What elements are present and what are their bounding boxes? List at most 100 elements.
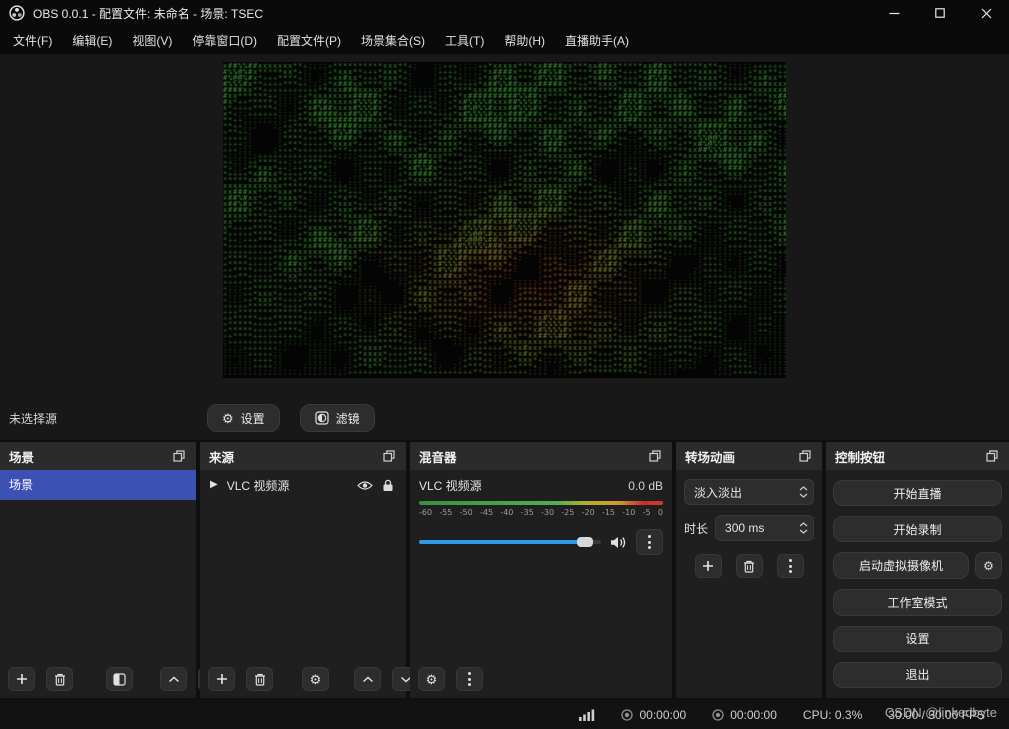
source-filters-label: 滤镜 <box>335 411 360 426</box>
exit-button[interactable]: 退出 <box>833 661 1002 689</box>
move-scene-up-button[interactable] <box>160 667 187 691</box>
move-source-up-button[interactable] <box>354 667 381 691</box>
source-filters-button[interactable]: 滤镜 <box>299 404 375 432</box>
window-controls <box>871 0 1009 26</box>
channel-more-button[interactable] <box>636 529 663 555</box>
close-button[interactable] <box>963 0 1009 26</box>
maximize-button[interactable] <box>917 0 963 26</box>
minimize-button[interactable] <box>871 0 917 26</box>
mute-button[interactable] <box>610 536 627 549</box>
stream-time: 00:00:00 <box>639 707 687 722</box>
scale-tick: -5 <box>642 508 651 517</box>
mixer-more-button[interactable] <box>456 667 483 691</box>
network-signal-icon <box>579 709 595 721</box>
add-transition-button[interactable] <box>694 554 722 578</box>
advanced-audio-button[interactable]: ⚙ <box>418 667 445 691</box>
record-status-icon <box>712 708 724 721</box>
popout-icon <box>649 450 661 462</box>
menu-item-profile[interactable]: 配置文件(P) <box>268 28 350 53</box>
menu-item-edit[interactable]: 编辑(E) <box>63 28 121 53</box>
lock-toggle[interactable] <box>382 479 394 492</box>
volume-slider[interactable] <box>419 537 601 547</box>
start-virtual-camera-button[interactable]: 启动虚拟摄像机 <box>833 552 969 580</box>
scenes-popout-button[interactable] <box>171 448 187 464</box>
mixer-channel-name: VLC 视频源 <box>419 479 482 493</box>
start-recording-button[interactable]: 开始录制 <box>833 516 1002 543</box>
chevron-down-icon <box>799 529 808 534</box>
trash-icon <box>254 673 265 686</box>
obs-logo-icon <box>9 5 25 21</box>
remove-source-button[interactable] <box>246 667 273 691</box>
source-list-item[interactable]: ▶ VLC 视频源 <box>200 470 406 500</box>
sources-dock: 来源 ▶ VLC 视频源 ⚙ <box>200 442 419 698</box>
duration-value: 300 ms <box>725 521 765 535</box>
chevron-up-icon <box>799 486 808 491</box>
studio-mode-button[interactable]: 工作室模式 <box>833 589 1002 616</box>
gear-icon: ⚙ <box>222 410 234 426</box>
chevron-up-icon <box>168 675 179 682</box>
duration-input[interactable]: 300 ms <box>715 515 814 541</box>
scale-tick: 0 <box>657 508 663 517</box>
scale-tick: -20 <box>581 508 595 517</box>
controls-dock-title: 控制按钮 <box>835 450 886 465</box>
menu-item-live-assistant[interactable]: 直播助手(A) <box>556 28 638 53</box>
controls-dock-header[interactable]: 控制按钮 <box>826 442 1009 470</box>
remove-transition-button[interactable] <box>735 554 763 578</box>
menu-item-docks[interactable]: 停靠窗口(D) <box>183 28 266 53</box>
virtual-camera-config-button[interactable]: ⚙ <box>975 552 1002 580</box>
controls-dock: 控制按钮 开始直播 开始录制 启动虚拟摄像机 ⚙ 工作室模式 设置 退出 <box>826 442 1009 698</box>
visibility-toggle[interactable] <box>357 480 373 491</box>
source-properties-toolbar-button[interactable]: ⚙ <box>302 667 329 691</box>
duration-spinner[interactable] <box>799 522 808 534</box>
transitions-dock-header[interactable]: 转场动画 <box>676 442 822 470</box>
add-scene-button[interactable] <box>8 667 35 691</box>
preview-area <box>0 54 1009 396</box>
scene-list-item[interactable]: 场景 <box>0 470 196 500</box>
titlebar[interactable]: OBS 0.0.1 - 配置文件: 未命名 - 场景: TSEC <box>0 0 1009 26</box>
plus-icon <box>703 561 713 571</box>
scale-tick: -45 <box>479 508 494 517</box>
volume-scale: -60 -55 -50 -45 -40 -35 -30 -25 -20 -15 … <box>419 508 663 517</box>
duration-label: 时长 <box>684 521 709 536</box>
menubar: 文件(F) 编辑(E) 视图(V) 停靠窗口(D) 配置文件(P) 场景集合(S… <box>0 26 1009 54</box>
trash-icon <box>744 560 754 573</box>
popout-icon <box>173 450 185 462</box>
chevron-up-icon <box>362 675 373 682</box>
filter-icon <box>315 411 329 425</box>
start-streaming-button[interactable]: 开始直播 <box>833 480 1002 507</box>
remove-scene-button[interactable] <box>46 667 73 691</box>
scale-tick: -35 <box>520 508 534 517</box>
settings-button[interactable]: 设置 <box>833 625 1002 652</box>
mixer-dock-header[interactable]: 混音器 <box>410 442 672 470</box>
preview-video[interactable] <box>223 62 786 378</box>
transition-select[interactable]: 淡入淡出 <box>684 479 814 505</box>
sources-popout-button[interactable] <box>381 448 397 464</box>
menu-item-help[interactable]: 帮助(H) <box>495 28 554 53</box>
chevron-down-icon <box>799 493 808 498</box>
record-status: 00:00:00 <box>712 708 777 722</box>
scene-filters-icon <box>113 672 126 686</box>
menu-item-tools[interactable]: 工具(T) <box>436 28 493 53</box>
popout-icon <box>986 450 998 462</box>
transitions-popout-button[interactable] <box>797 448 813 464</box>
scene-filters-button[interactable] <box>106 667 133 691</box>
plus-icon <box>16 674 27 684</box>
menu-item-view[interactable]: 视图(V) <box>123 28 181 53</box>
scenes-dock-header[interactable]: 场景 <box>0 442 196 470</box>
controls-popout-button[interactable] <box>984 448 1000 464</box>
mixer-popout-button[interactable] <box>647 448 663 464</box>
stream-status: 00:00:00 <box>621 708 686 722</box>
volume-slider-handle[interactable] <box>576 537 593 547</box>
gear-icon: ⚙ <box>983 558 994 573</box>
menu-item-scene-collection[interactable]: 场景集合(S) <box>352 28 434 53</box>
controls-panel: 开始直播 开始录制 启动虚拟摄像机 ⚙ 工作室模式 设置 退出 <box>826 470 1009 698</box>
record-time: 00:00:00 <box>730 707 777 722</box>
transition-properties-button[interactable] <box>776 554 804 578</box>
source-context-toolbar: 未选择源 ⚙ 设置 滤镜 <box>0 396 1009 440</box>
add-source-button[interactable] <box>208 667 235 691</box>
play-icon: ▶ <box>210 479 218 490</box>
sources-dock-header[interactable]: 来源 <box>200 442 406 470</box>
menu-item-file[interactable]: 文件(F) <box>4 28 61 53</box>
source-properties-button[interactable]: ⚙ 设置 <box>207 404 280 432</box>
no-source-label: 未选择源 <box>9 411 58 426</box>
